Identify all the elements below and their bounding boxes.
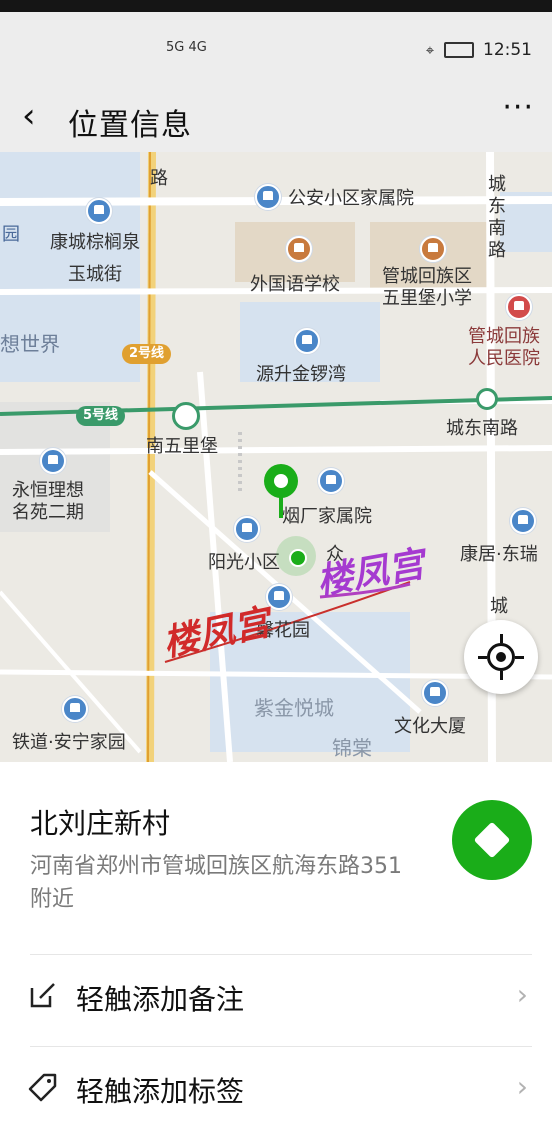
map-label-gongan: 公安小区家属院 (288, 188, 414, 209)
battery-icon (443, 42, 474, 58)
map-label-wenhua: 文化大厦 (394, 716, 466, 737)
poi-icon (294, 328, 320, 354)
add-note-row[interactable]: 轻触添加备注 › (0, 956, 552, 1048)
poi-icon (510, 508, 536, 534)
chevron-right-icon: › (516, 978, 528, 1011)
title-bar: ‹ 位置信息 ··· (0, 86, 552, 152)
map-label-nanwulibao: 南五里堡 (146, 436, 218, 457)
status-time: ⌖ 12:51 (426, 40, 532, 60)
school-icon (420, 236, 446, 262)
map-label-yuan: 园 (2, 224, 20, 245)
map-label-wulibao-school: 管城回族区 五里堡小学 (382, 266, 472, 309)
map-label-waiguoyu: 外国语学校 (250, 274, 340, 295)
hospital-icon (506, 294, 532, 320)
map-view[interactable]: 路 公安小区家属院 城 东 南 路 康城棕榈泉 园 玉城街 外国语学校 管城回族… (0, 152, 552, 762)
place-name: 北刘庄新村 (30, 807, 171, 840)
poi-icon (318, 468, 344, 494)
recenter-button[interactable] (464, 620, 538, 694)
navigate-button[interactable] (452, 800, 532, 880)
clock: 12:51 (483, 40, 532, 60)
map-label-chengdongnanlu: 城东南路 (446, 418, 518, 439)
poi-icon (40, 448, 66, 474)
page-title: 位置信息 (68, 108, 192, 143)
map-label-kangju: 康居·东瑞 (460, 544, 538, 565)
map-label-yuansheng: 源升金锣湾 (256, 364, 346, 385)
poi-icon (255, 184, 281, 210)
location-pin-stem (279, 496, 283, 518)
user-location-dot (289, 549, 307, 567)
location-status-icon: ⌖ (425, 41, 435, 59)
network-indicator: 5G 4G (166, 40, 207, 55)
tag-icon (28, 1073, 57, 1102)
status-bar: 5G 4G ⌖ 12:51 (0, 12, 552, 86)
map-label-kangcheng: 康城棕榈泉 (50, 232, 140, 253)
add-tag-label: 轻触添加标签 (76, 1075, 245, 1108)
back-button[interactable]: ‹ (22, 96, 36, 136)
map-label-hospital: 管城回族 人民医院 (468, 326, 540, 369)
location-pin-icon (264, 464, 298, 498)
map-label-zijin: 紫金悦城 (254, 696, 334, 720)
poi-icon (234, 516, 260, 542)
metro-station-icon (172, 402, 200, 430)
building-icon (422, 680, 448, 706)
place-address: 河南省郑州市管城回族区航海东路351附近 (30, 854, 402, 912)
edit-icon (30, 983, 55, 1008)
poi-icon (62, 696, 88, 722)
add-note-label: 轻触添加备注 (76, 983, 245, 1016)
map-label-tiedao: 铁道·安宁家园 (12, 732, 126, 753)
map-label-yongheng: 永恒理想 名苑二期 (12, 480, 84, 523)
metro-station-icon (476, 388, 498, 410)
map-label-yanchang: 烟厂家属院 (282, 506, 372, 527)
navigate-icon (473, 821, 511, 859)
metro-line-2-tag: 2号线 (122, 344, 172, 364)
chevron-right-icon: › (516, 1070, 528, 1103)
location-info-panel: 北刘庄新村 河南省郑州市管城回族区航海东路351附近 轻触添加备注 › 轻触添加… (0, 762, 552, 1116)
divider (30, 954, 532, 955)
map-label-xiangshijie: 想世界 (0, 332, 60, 356)
school-icon (286, 236, 312, 262)
add-tag-row[interactable]: 轻触添加标签 › (0, 1048, 552, 1140)
metro-line-5-tag: 5号线 (76, 406, 126, 426)
divider (30, 1046, 532, 1047)
map-label-jintang: 锦棠 (332, 736, 372, 760)
map-label-yuchengjie: 玉城街 (68, 264, 122, 285)
road (0, 445, 552, 455)
map-label-road: 路 (150, 168, 168, 189)
map-label-cheng: 城 (490, 596, 508, 617)
map-label-yangguang: 阳光小区 (208, 552, 280, 573)
more-button[interactable]: ··· (502, 90, 534, 125)
map-label-chengdongnanlu-vertical: 城 东 南 路 (488, 174, 506, 261)
top-edge (0, 0, 552, 12)
poi-icon (86, 198, 112, 224)
poi-icon (266, 584, 292, 610)
